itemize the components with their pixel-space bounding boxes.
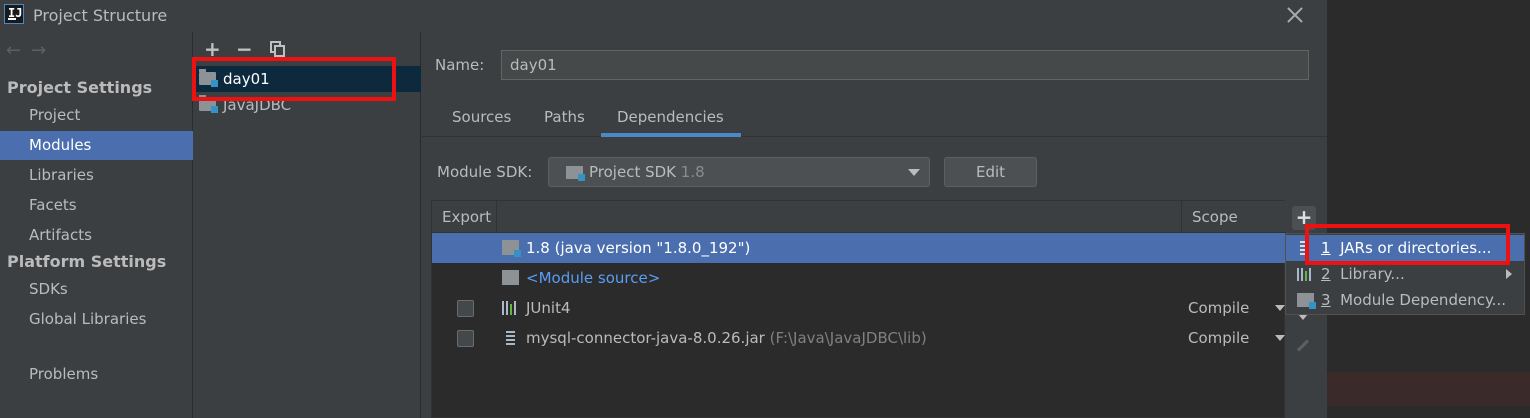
window-title: Project Structure	[33, 6, 168, 25]
sdk-folder-icon	[566, 166, 585, 181]
name-label: Name:	[435, 56, 485, 74]
menu-label: Module Dependency...	[1340, 291, 1506, 309]
chevron-down-icon[interactable]	[1275, 305, 1285, 311]
nav-item-sdks[interactable]: SDKs	[0, 275, 193, 304]
editor-background	[1327, 0, 1530, 418]
nav-item-modules[interactable]: Modules	[0, 131, 193, 160]
table-header: Export Scope	[432, 201, 1286, 233]
editor-error-line	[1327, 372, 1530, 406]
chevron-down-icon[interactable]	[1275, 335, 1285, 341]
annotation-box-module	[192, 57, 396, 101]
table-row[interactable]: mysql-connector-java-8.0.26.jar (F:\Java…	[432, 323, 1286, 353]
module-detail-panel: Name: day01 Sources Paths Dependencies M…	[422, 32, 1327, 418]
back-arrow-icon[interactable]: ←	[6, 40, 21, 61]
platform-settings-heading: Platform Settings	[7, 252, 167, 271]
column-name	[497, 201, 1182, 233]
edit-sdk-button[interactable]: Edit	[944, 157, 1037, 187]
menu-label: Library...	[1340, 265, 1405, 283]
detail-tabs: Sources Paths Dependencies	[422, 102, 1327, 137]
scope-value[interactable]: Compile	[1188, 293, 1249, 323]
annotation-box-jars	[1305, 224, 1510, 265]
edit-pencil-icon[interactable]	[1296, 339, 1310, 352]
menu-item-module-dependency[interactable]: 3 Module Dependency...	[1286, 287, 1524, 313]
module-sdk-dropdown[interactable]: Project SDK 1.8	[548, 157, 930, 187]
jdk-folder-icon	[502, 240, 521, 257]
forward-arrow-icon[interactable]: →	[31, 40, 46, 61]
jar-icon	[506, 330, 515, 345]
dependency-name: <Module source>	[526, 269, 661, 287]
source-folder-icon	[502, 270, 519, 285]
dependency-name: mysql-connector-java-8.0.26.jar (F:\Java…	[526, 323, 927, 353]
tab-dependencies[interactable]: Dependencies	[617, 108, 724, 126]
nav-item-project[interactable]: Project	[0, 101, 193, 130]
jar-path: (F:\Java\JavaJDBC\lib)	[769, 329, 927, 347]
module-sdk-version: 1.8	[680, 163, 705, 181]
table-row[interactable]: <Module source>	[432, 263, 1286, 293]
tab-sources[interactable]: Sources	[452, 108, 511, 126]
column-export[interactable]: Export	[432, 201, 497, 233]
copy-module-icon[interactable]	[270, 41, 286, 57]
table-row[interactable]: JUnit4 Compile	[432, 293, 1286, 323]
nav-item-global-libraries[interactable]: Global Libraries	[0, 305, 193, 334]
tab-paths[interactable]: Paths	[544, 108, 585, 126]
dependency-name: JUnit4	[526, 299, 571, 317]
nav-item-problems[interactable]: Problems	[0, 360, 193, 389]
nav-item-facets[interactable]: Facets	[0, 191, 193, 220]
settings-nav: ← → Project Settings Project Modules Libr…	[0, 32, 193, 418]
column-scope[interactable]: Scope	[1182, 201, 1286, 233]
active-tab-indicator	[601, 133, 741, 137]
module-folder-icon	[1297, 293, 1316, 309]
export-checkbox[interactable]	[457, 300, 474, 317]
menu-number: 3	[1321, 291, 1331, 309]
title-bar: IJ Project Structure	[0, 0, 1327, 32]
module-sdk-value: Project SDK	[589, 163, 676, 181]
chevron-down-icon	[908, 169, 920, 176]
export-checkbox[interactable]	[457, 330, 474, 347]
dependency-name: 1.8 (java version "1.8.0_192")	[526, 239, 751, 257]
submenu-arrow-icon	[1506, 269, 1512, 279]
library-icon	[1297, 267, 1314, 281]
library-icon	[502, 300, 519, 315]
intellij-icon: IJ	[4, 4, 24, 24]
nav-history: ← →	[6, 40, 56, 61]
module-sdk-label: Module SDK:	[437, 163, 533, 181]
close-icon[interactable]	[1284, 4, 1306, 26]
jar-name: mysql-connector-java-8.0.26.jar	[526, 329, 765, 347]
module-name-input[interactable]: day01	[501, 50, 1309, 80]
table-row[interactable]: 1.8 (java version "1.8.0_192")	[432, 233, 1286, 263]
nav-item-libraries[interactable]: Libraries	[0, 161, 193, 190]
menu-number: 2	[1321, 265, 1331, 283]
nav-item-artifacts[interactable]: Artifacts	[0, 221, 193, 250]
project-settings-heading: Project Settings	[7, 78, 153, 97]
dependencies-table: Export Scope 1.8 (java version "1.8.0_19…	[431, 200, 1286, 418]
scope-value[interactable]: Compile	[1188, 323, 1249, 353]
